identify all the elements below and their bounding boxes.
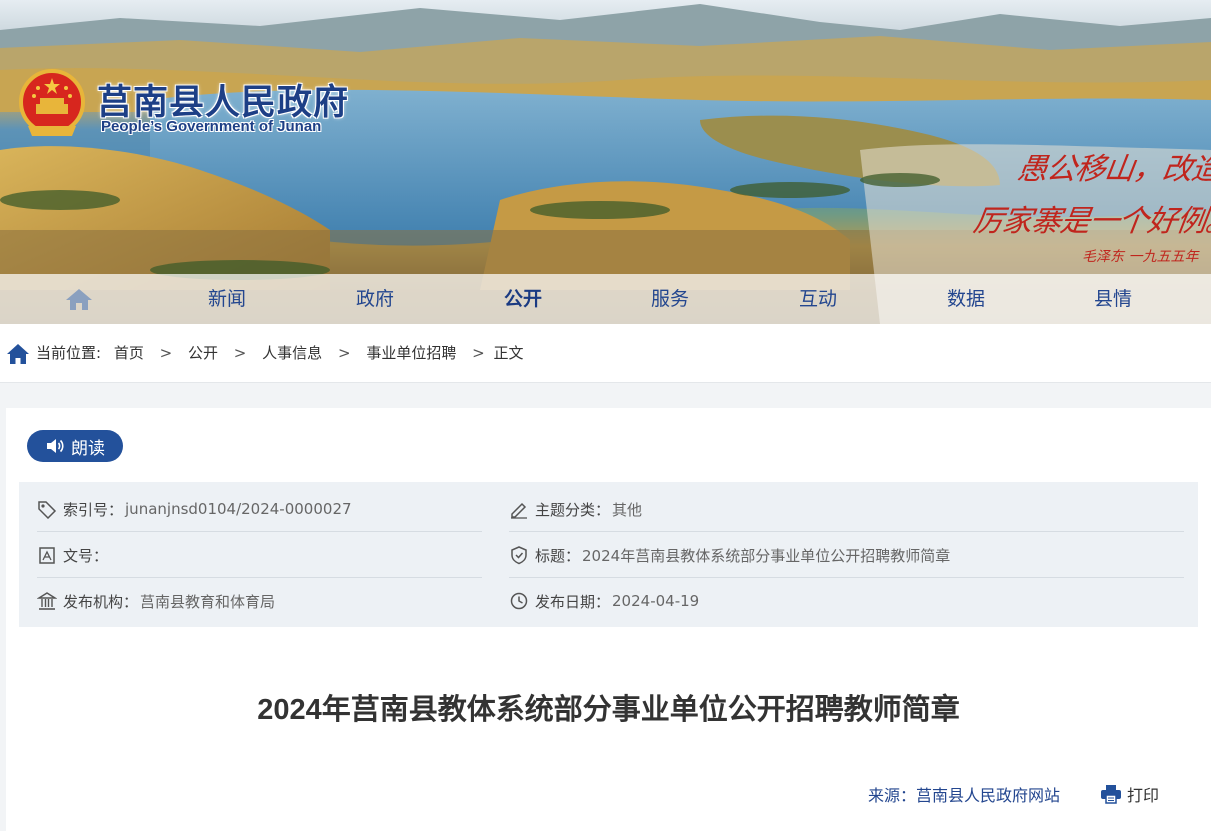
source-label: 来源： [868,786,917,805]
breadcrumb-home[interactable]: 首页 [114,324,144,383]
breadcrumb-recruitment[interactable]: 事业单位招聘 [366,324,456,383]
breadcrumb-separator: > [337,344,351,362]
article-title: 2024年莒南县教体系统部分事业单位公开招聘教师简章 [257,694,960,726]
meta-category: 主题分类： 其他 [509,486,642,532]
calligraphy-signature: 毛泽东 一九五五年 [1082,249,1199,265]
printer-icon [1101,785,1121,804]
meta-title: 标题： 2024年莒南县教体系统部分事业单位公开招聘教师简章 [509,532,950,578]
breadcrumb-separator: > [472,344,485,362]
metadata-table: 索引号： junanjnsd0104/2024-0000027 主题分类： 其他… [19,482,1198,627]
nav-item-service[interactable]: 服务 [630,274,710,324]
print-label: 打印 [1127,786,1160,805]
meta-title-value: 2024年莒南县教体系统部分事业单位公开招聘教师简章 [582,546,951,565]
header-banner: 莒南县人民政府 People’s Government of Junan 愚公移… [0,0,1211,324]
nav-item-news[interactable]: 新闻 [187,274,267,324]
nav-item-government[interactable]: 政府 [335,274,415,324]
calligraphy-line-1: 愚公移山，改造中国， [1015,152,1211,187]
breadcrumb-current: 正文 [493,344,524,362]
home-icon [7,344,29,364]
site-subtitle: People’s Government of Junan [101,118,322,135]
breadcrumb-prefix: 当前位置: [36,344,102,362]
nav-item-interaction[interactable]: 互动 [778,274,858,324]
breadcrumb-open[interactable]: 公开 [188,324,218,383]
speaker-icon [47,439,64,453]
nav-home-button[interactable] [62,285,96,313]
building-icon [37,592,57,610]
national-emblem [19,69,85,136]
breadcrumb-personnel[interactable]: 人事信息 [262,324,322,383]
breadcrumb-separator: > [233,344,247,362]
breadcrumb-separator: > [159,344,173,362]
meta-publisher: 发布机构： 莒南县教育和体育局 [37,578,275,624]
meta-index-value: junanjnsd0104/2024-0000027 [125,500,352,518]
calligraphy-inscription: 愚公移山，改造中国， 厉家寨是一个好例。 毛泽东 一九五五年 [971,144,1211,274]
meta-publisher-value: 莒南县教育和体育局 [140,592,276,611]
meta-date: 发布日期： 2024-04-19 [509,578,699,624]
main-nav: 新闻 政府 公开 服务 互动 数据 县情 [0,274,1211,324]
meta-date-label: 发布日期： [535,592,611,611]
meta-doc-no-label: 文号： [63,546,109,565]
breadcrumb-trail: 当前位置: 首页 > 公开 > 人事信息 > 事业单位招聘 > 正文 [36,324,523,383]
meta-index: 索引号： junanjnsd0104/2024-0000027 [37,486,352,532]
read-aloud-label: 朗读 [71,438,105,459]
article-panel: 朗读 索引号： junanjnsd0104/2024-0000027 主题分类：… [6,408,1211,831]
meta-category-value: 其他 [612,500,643,519]
meta-publisher-label: 发布机构： [63,592,139,611]
clock-icon [510,592,528,610]
print-button[interactable]: 打印 [1100,782,1159,806]
article-source: 来源：莒南县人民政府网站 [868,782,1060,806]
tag-icon [38,501,57,519]
read-aloud-button[interactable]: 朗读 [27,430,123,462]
meta-category-label: 主题分类： [535,500,611,519]
nav-item-data[interactable]: 数据 [926,274,1006,324]
shield-check-icon [511,546,527,565]
meta-index-label: 索引号： [63,500,124,519]
meta-doc-no: 文号： [37,532,110,578]
document-icon [39,547,55,564]
home-icon [66,289,92,310]
source-value: 莒南县人民政府网站 [916,786,1061,805]
edit-icon [511,502,527,519]
meta-title-label: 标题： [535,546,581,565]
nav-item-open[interactable]: 公开 [483,274,563,324]
calligraphy-line-2: 厉家寨是一个好例。 [971,204,1211,239]
meta-date-value: 2024-04-19 [612,592,700,610]
breadcrumb: 当前位置: 首页 > 公开 > 人事信息 > 事业单位招聘 > 正文 [0,324,1211,383]
nav-item-county-info[interactable]: 县情 [1073,274,1153,324]
